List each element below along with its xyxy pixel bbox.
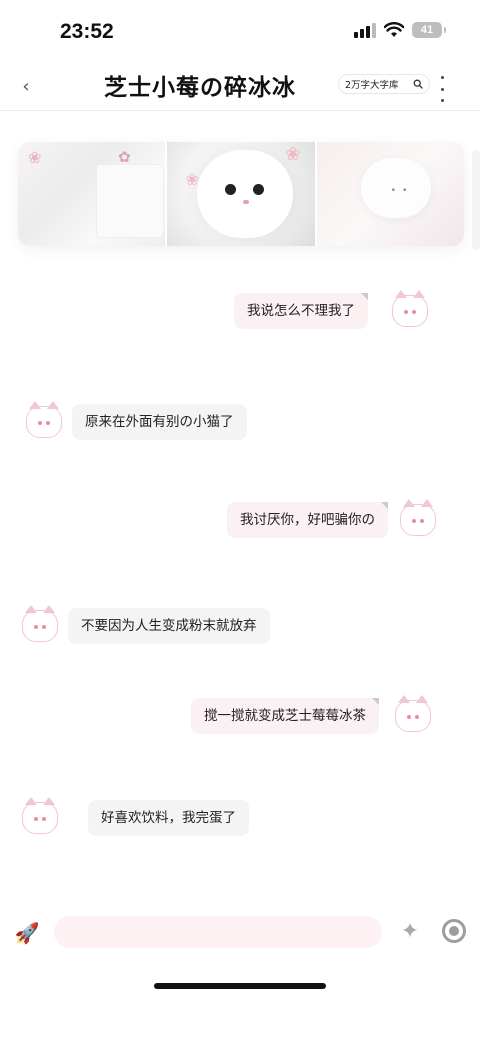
banner-gallery[interactable]: ❀ ✿ ❀ ❀ •• <box>18 142 464 246</box>
message-row-mine: 我说怎么不理我了 <box>234 290 428 329</box>
card-decoration <box>96 164 164 238</box>
kitten-face <box>197 150 294 238</box>
input-bar: 🚀 ✦ <box>0 910 480 956</box>
chat-bubble-mine[interactable]: 搅一搅就变成芝士莓莓冰茶 <box>191 698 379 734</box>
font-search-pill[interactable]: 2万字大字库 <box>338 74 430 94</box>
avatar-mine[interactable] <box>400 499 436 536</box>
message-row-mine: 搅一搅就变成芝士莓莓冰茶 <box>191 695 431 734</box>
more-vertical-icon <box>440 76 444 79</box>
home-indicator[interactable] <box>154 983 326 989</box>
message-input[interactable] <box>54 916 382 948</box>
avatar-other[interactable] <box>26 401 62 438</box>
white-kitten-photo: ❀ ❀ <box>167 142 317 246</box>
message-row-other: 好喜欢饮料，我完蛋了 <box>22 797 249 836</box>
back-button[interactable]: ‹ <box>16 76 36 98</box>
chat-bubble-other[interactable]: 不要因为人生变成粉末就放弃 <box>68 608 270 644</box>
font-pill-label: 2万字大字库 <box>345 80 399 91</box>
signal-icon <box>354 22 376 38</box>
battery-icon: 41 <box>412 22 446 38</box>
avatar-other[interactable] <box>22 797 58 834</box>
chat-bubble-other[interactable]: 原来在外面有别の小猫了 <box>72 404 247 440</box>
status-icons: 41 <box>354 22 446 38</box>
sparkle-button[interactable]: ✦ <box>396 918 424 946</box>
chat-title: 芝士小莓の碎冰冰 <box>104 74 296 101</box>
status-bar: 23:52 41 <box>0 0 480 62</box>
back-chevron-icon: ‹ <box>22 76 30 97</box>
plush-toy-photo: •• <box>316 142 464 246</box>
chat-bubble-mine[interactable]: 我说怎么不理我了 <box>234 293 368 329</box>
status-time: 23:52 <box>60 20 114 43</box>
rocket-button[interactable]: 🚀 <box>14 920 40 946</box>
message-row-other: 不要因为人生变成粉末就放弃 <box>22 605 270 644</box>
chat-bubble-other[interactable]: 好喜欢饮料，我完蛋了 <box>88 800 249 836</box>
bow-and-card-photo: ❀ ✿ <box>18 142 168 246</box>
chat-bubble-mine[interactable]: 我讨厌你，好吧骗你の <box>227 502 388 538</box>
side-handle[interactable] <box>472 150 480 250</box>
search-icon <box>413 79 423 89</box>
avatar-mine[interactable] <box>392 290 428 327</box>
avatar-mine[interactable] <box>395 695 431 732</box>
paw-icon: ❀ <box>185 170 199 189</box>
plush-eyes: •• <box>390 186 414 196</box>
message-row-mine: 我讨厌你，好吧骗你の <box>227 499 436 538</box>
bow-icon: ✿ <box>118 148 131 166</box>
chat-header: ‹ 芝士小莓の碎冰冰 2万字大字库 <box>0 62 480 111</box>
wifi-icon <box>384 22 404 37</box>
record-button[interactable] <box>442 919 466 943</box>
paw-icon: ❀ <box>28 148 42 167</box>
more-button[interactable] <box>437 76 447 102</box>
sparkle-icon: ✦ <box>400 919 420 944</box>
rocket-icon: 🚀 <box>14 921 40 945</box>
avatar-other[interactable] <box>22 605 58 642</box>
message-row-other: 原来在外面有别の小猫了 <box>26 401 247 440</box>
paw-icon: ❀ <box>285 144 301 165</box>
